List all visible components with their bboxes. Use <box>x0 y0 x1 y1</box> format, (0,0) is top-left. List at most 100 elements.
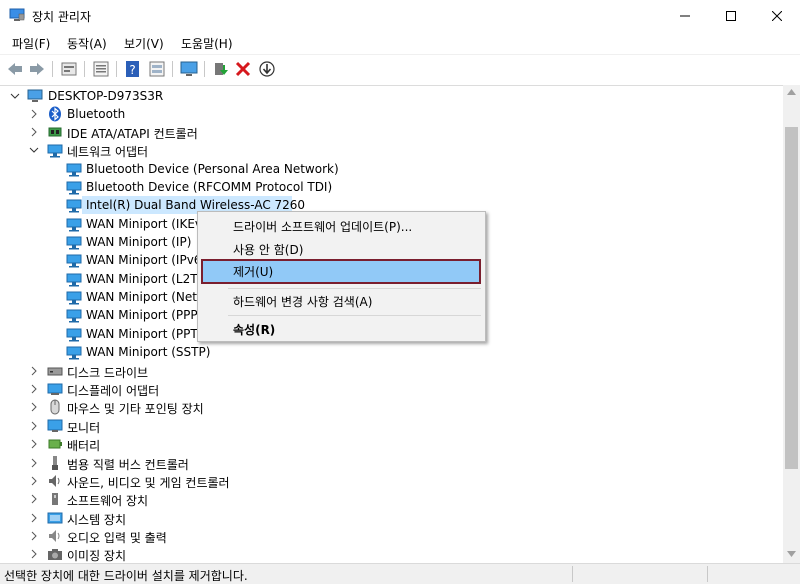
network-adapter-label: WAN Miniport (PPP <box>86 308 198 322</box>
scan-icon[interactable] <box>258 60 276 78</box>
menu-file[interactable]: 파일(F) <box>12 35 50 52</box>
menu-uninstall[interactable]: 제거(U) <box>233 263 273 280</box>
tree-item-label: 사운드, 비디오 및 게임 컨트롤러 <box>67 476 230 490</box>
status-bar: 선택한 장치에 대한 드라이버 설치를 제거합니다. <box>0 563 800 584</box>
network-adapter-label: Bluetooth Device (Personal Area Network) <box>86 162 339 176</box>
scroll-up-icon[interactable] <box>787 89 796 95</box>
menu-bar: 파일(F) 동작(A) 보기(V) 도움말(H) <box>0 31 800 54</box>
tree-item[interactable]: 사운드, 비디오 및 게임 컨트롤러 <box>0 472 783 490</box>
monitor-icon[interactable] <box>180 60 198 78</box>
tree-item-label: 소프트웨어 장치 <box>67 494 149 508</box>
menu-action[interactable]: 동작(A) <box>67 35 107 52</box>
imaging-device-icon <box>48 549 62 560</box>
network-adapter-item[interactable]: Bluetooth Device (Personal Area Network) <box>0 160 783 178</box>
network-adapter-icon <box>66 163 82 177</box>
expand-icon[interactable] <box>29 493 39 505</box>
expand-icon[interactable] <box>29 108 39 120</box>
tree-item[interactable]: 디스크 드라이브 <box>0 362 783 380</box>
context-menu: 드라이버 소프트웨어 업데이트(P)... 사용 안 함(D) 제거(U) 하드… <box>197 211 486 342</box>
expand-icon[interactable] <box>29 126 39 138</box>
expand-icon[interactable] <box>29 548 39 560</box>
tree-item-label: 디스플레이 어댑터 <box>67 384 160 398</box>
disk-drive-icon <box>47 367 63 376</box>
expand-icon[interactable] <box>29 438 39 450</box>
tree-item[interactable]: 이미징 장치 <box>0 545 783 563</box>
toolbar: ? <box>0 54 800 83</box>
sound-icon <box>49 475 60 487</box>
tree-item[interactable]: IDE ATA/ATAPI 컨트롤러 <box>0 123 783 141</box>
tree-item-label: 디스크 드라이브 <box>67 366 149 380</box>
software-device-icon <box>52 493 58 505</box>
menu-scan-hardware[interactable]: 하드웨어 변경 사항 검색(A) <box>233 293 372 310</box>
expand-icon[interactable] <box>29 457 39 469</box>
expand-icon[interactable] <box>29 383 39 395</box>
tree-item-label: 네트워크 어댑터 <box>67 145 149 159</box>
status-text: 선택한 장치에 대한 드라이버 설치를 제거합니다. <box>4 569 248 583</box>
title-bar: 장치 관리자 <box>0 0 800 31</box>
tree-item-label: 시스템 장치 <box>67 513 127 527</box>
tree-item[interactable]: Bluetooth <box>0 105 783 123</box>
device-manager-icon <box>9 8 25 21</box>
network-adapter-label: WAN Miniport (IKEv <box>86 217 203 231</box>
expand-icon[interactable] <box>29 401 39 413</box>
network-adapter-icon <box>66 218 82 232</box>
tree-item[interactable]: 디스플레이 어댑터 <box>0 380 783 398</box>
network-adapter-label: Bluetooth Device (RFCOMM Protocol TDI) <box>86 180 333 194</box>
expand-icon[interactable] <box>29 475 39 487</box>
tree-item[interactable]: 마우스 및 기타 포인팅 장치 <box>0 398 783 416</box>
tree-item[interactable]: 소프트웨어 장치 <box>0 490 783 508</box>
menu-help[interactable]: 도움말(H) <box>181 35 233 52</box>
tree-root[interactable]: DESKTOP-D973S3R <box>0 87 783 105</box>
vertical-scrollbar[interactable] <box>783 85 800 563</box>
monitor-icon <box>47 419 63 432</box>
collapse-icon[interactable] <box>29 144 39 156</box>
network-adapter-label: Intel(R) Dual Band Wireless-AC 7260 <box>86 198 306 212</box>
tree-root-label: DESKTOP-D973S3R <box>48 89 164 103</box>
view-icon[interactable] <box>92 60 110 78</box>
menu-update-driver[interactable]: 드라이버 소프트웨어 업데이트(P)... <box>233 218 412 235</box>
update-driver-icon[interactable] <box>212 60 230 78</box>
properties-icon[interactable] <box>60 60 78 78</box>
maximize-button[interactable] <box>708 0 754 31</box>
expand-icon[interactable] <box>29 530 39 542</box>
expand-icon[interactable] <box>29 420 39 432</box>
tree-item-label: 오디오 입력 및 출력 <box>67 531 167 545</box>
scroll-thumb[interactable] <box>785 127 798 469</box>
network-adapter-label: WAN Miniport (PPTI <box>86 327 202 341</box>
collapse-icon[interactable] <box>10 90 20 102</box>
tree-item[interactable]: 범용 직렬 버스 컨트롤러 <box>0 454 783 472</box>
network-adapter-label: WAN Miniport (IP) <box>86 235 192 249</box>
network-adapter-icon <box>66 291 82 305</box>
tree-item-label: 범용 직렬 버스 컨트롤러 <box>67 458 189 472</box>
help-icon[interactable]: ? <box>124 60 142 78</box>
network-adapter-label: WAN Miniport (IPv6 <box>86 253 202 267</box>
menu-disable[interactable]: 사용 안 함(D) <box>233 241 303 258</box>
uninstall-icon[interactable] <box>234 60 252 78</box>
tree-item[interactable]: 시스템 장치 <box>0 509 783 527</box>
ide-controller-icon <box>48 127 62 137</box>
back-icon[interactable] <box>6 60 24 78</box>
tree-item-label: 모니터 <box>67 421 101 435</box>
network-adapter-label: WAN Miniport (L2TI <box>86 272 202 286</box>
show-hidden-icon[interactable] <box>148 60 166 78</box>
network-adapter-item[interactable]: WAN Miniport (SSTP) <box>0 343 783 361</box>
network-adapter-icon <box>66 273 82 287</box>
tree-item[interactable]: 오디오 입력 및 출력 <box>0 527 783 545</box>
forward-icon[interactable] <box>28 60 46 78</box>
battery-icon <box>48 439 62 449</box>
tree-item[interactable]: 네트워크 어댑터 <box>0 141 783 159</box>
close-button[interactable] <box>754 0 800 31</box>
minimize-button[interactable] <box>662 0 708 31</box>
expand-icon[interactable] <box>29 365 39 377</box>
tree-item[interactable]: 배터리 <box>0 435 783 453</box>
menu-properties[interactable]: 속성(R) <box>233 321 275 338</box>
network-adapter-label: WAN Miniport (Netv <box>86 290 205 304</box>
network-adapter-icon <box>66 309 82 323</box>
network-adapter-item[interactable]: Bluetooth Device (RFCOMM Protocol TDI) <box>0 178 783 196</box>
scroll-down-icon[interactable] <box>787 551 796 557</box>
tree-item[interactable]: 모니터 <box>0 417 783 435</box>
status-divider <box>572 566 573 582</box>
menu-view[interactable]: 보기(V) <box>124 35 164 52</box>
tree-item-label: 배터리 <box>67 439 101 453</box>
expand-icon[interactable] <box>29 512 39 524</box>
